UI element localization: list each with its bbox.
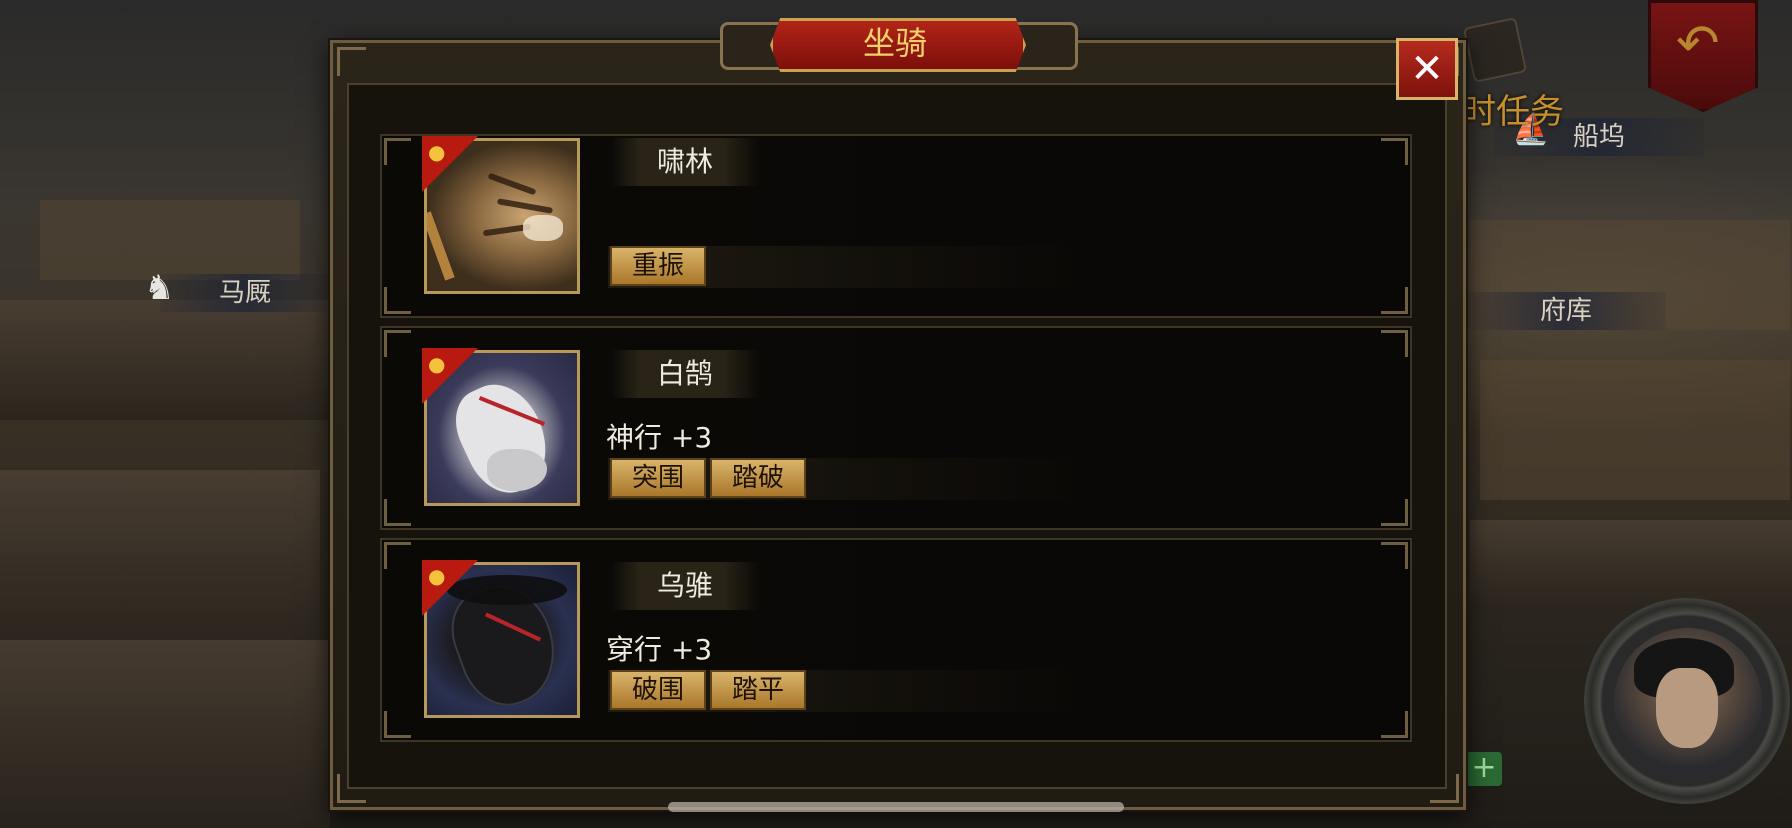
card-corner [1381,542,1408,569]
person-icon: ● [428,564,446,588]
avatar-face [1656,668,1718,748]
avatar[interactable] [1614,628,1762,776]
quest-scroll-icon[interactable] [1462,16,1528,84]
quest-label[interactable]: 时任务 [1462,84,1564,133]
stable-label: 马厩 [218,278,271,308]
person-icon: ● [428,352,446,376]
card-corner [1381,330,1408,357]
building [1480,360,1790,500]
skill-tags: 突围 踏破 [608,458,1078,500]
dock-label: 船坞 [1572,122,1625,152]
back-button[interactable]: ↶ [1648,0,1758,112]
stable-sign[interactable]: 马厩 [160,274,330,312]
dialog-corner [337,47,366,76]
roof [1470,520,1792,610]
horse-icon: ♞ [144,268,175,308]
roof [0,300,330,420]
mount-card[interactable]: ● 啸林 重振 [380,134,1412,318]
mount-card[interactable]: ● 乌骓 穿行 +3 破围 踏平 [380,538,1412,742]
skill-tag[interactable]: 重振 [610,246,706,286]
mount-name: 乌骓 [610,562,760,610]
card-corner [1381,138,1408,165]
roof [0,640,330,828]
skill-tag[interactable]: 踏破 [710,458,806,498]
dialog-title: 坐骑 [862,24,927,62]
card-corner [384,287,411,314]
add-button[interactable]: + [1466,752,1502,786]
card-corner [384,138,411,165]
close-button[interactable]: ✕ [1396,38,1458,100]
treasury-sign[interactable]: 府库 [1466,292,1666,330]
mount-name: 白鹄 [610,350,760,398]
card-corner [1381,287,1408,314]
close-icon: ✕ [1410,46,1444,92]
skill-tag[interactable]: 破围 [610,670,706,710]
scrollbar[interactable] [668,802,1124,812]
mount-attribute: 神行 +3 [606,421,713,454]
skill-tags: 破围 踏平 [608,670,1078,712]
card-corner [384,542,411,569]
card-corner [1381,499,1408,526]
card-corner [384,499,411,526]
card-corner [1381,711,1408,738]
skill-tags: 重振 [608,246,1078,288]
mount-card[interactable]: ● 白鹄 神行 +3 突围 踏破 [380,326,1412,530]
mount-attribute: 穿行 +3 [606,633,713,666]
skill-tag[interactable]: 突围 [610,458,706,498]
card-corner [384,330,411,357]
person-icon: ● [428,140,446,164]
roof [0,470,320,650]
skill-tag[interactable]: 踏平 [710,670,806,710]
back-arrow-icon: ↶ [1676,14,1720,74]
treasury-label: 府库 [1539,296,1592,326]
mount-name: 啸林 [610,138,760,186]
card-corner [384,711,411,738]
